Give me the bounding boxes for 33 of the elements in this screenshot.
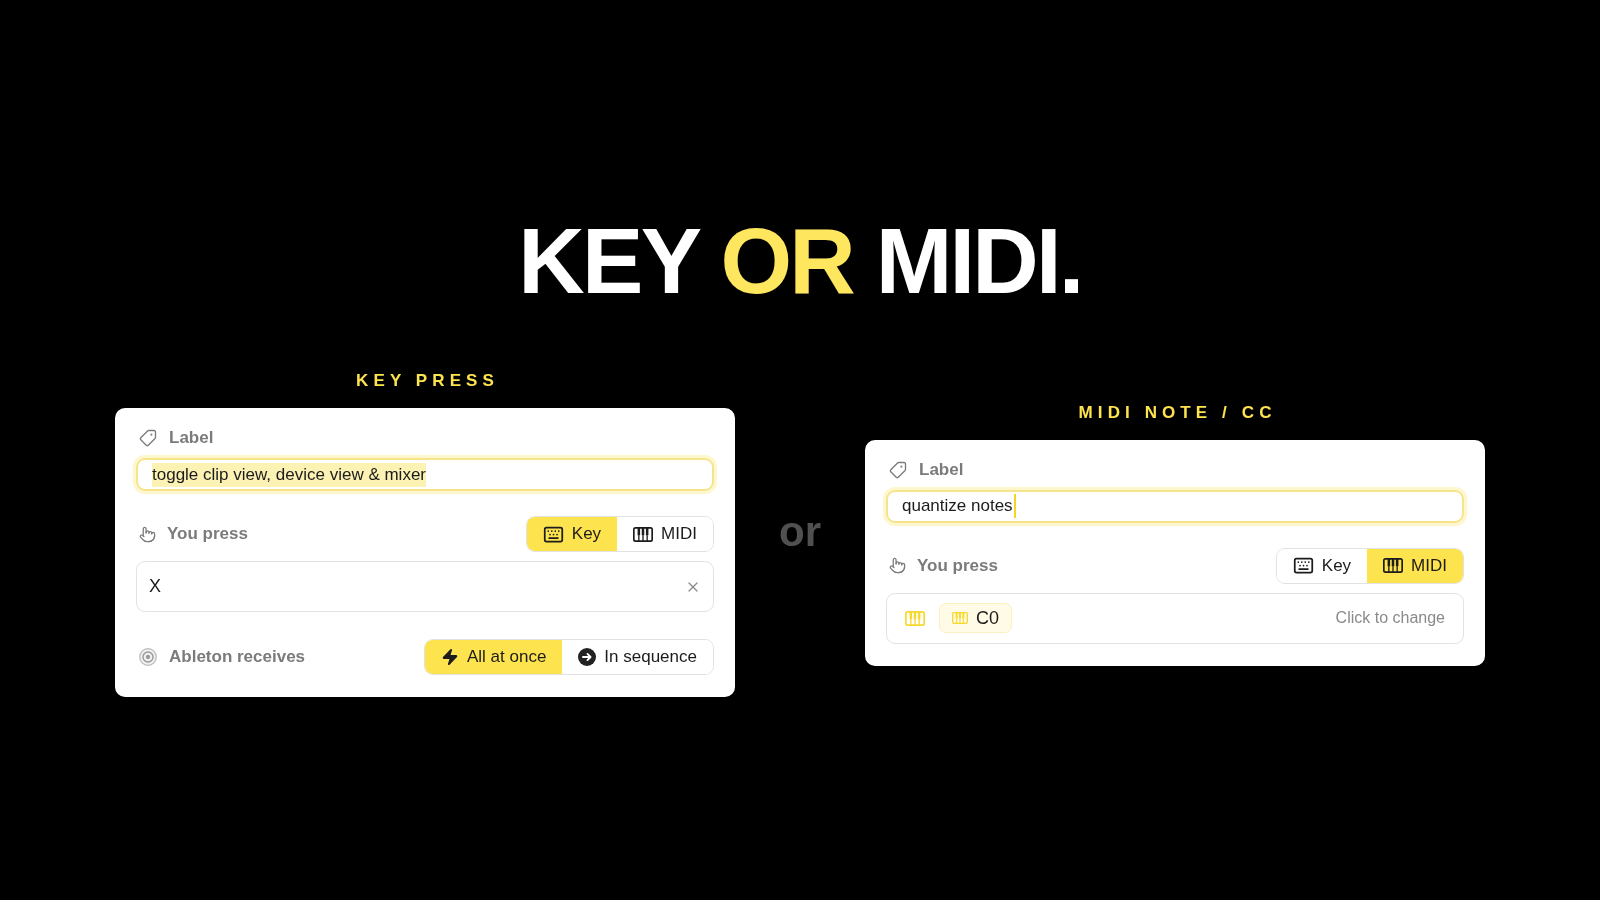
- change-hint: Click to change: [1335, 608, 1445, 628]
- label-input[interactable]: toggle clip view, device view & mixer: [136, 458, 714, 491]
- section-heading: KEY PRESS: [355, 371, 499, 391]
- target-icon: [139, 648, 157, 666]
- option-button[interactable]: All at once: [424, 640, 563, 674]
- input-value: quantize notes: [902, 494, 1016, 518]
- piano-icon: [633, 526, 654, 542]
- headline: KEY OR MIDI.: [518, 215, 1082, 307]
- field-label: You press: [167, 523, 248, 546]
- tag-icon: [889, 460, 907, 479]
- piano-icon: [952, 612, 968, 624]
- key-input-field[interactable]: X: [136, 561, 714, 612]
- hand-pointer-icon: [139, 525, 156, 543]
- mode-tab[interactable]: Key: [526, 517, 618, 551]
- arrow-circle-icon: [578, 648, 597, 666]
- field-label: You press: [917, 554, 998, 577]
- field-label: Label: [919, 458, 964, 481]
- label-input[interactable]: quantize notes: [886, 489, 1464, 523]
- piano-icon: [1383, 558, 1404, 573]
- lightning-icon: [440, 648, 459, 666]
- field-label: Label: [169, 427, 214, 450]
- note-name: C0: [976, 606, 999, 630]
- mode-tab[interactable]: MIDI: [1367, 548, 1463, 583]
- divider-text: or: [779, 511, 821, 553]
- tag-icon: [139, 429, 157, 447]
- midi-input-field[interactable]: C0 Click to change: [886, 592, 1464, 644]
- hand-pointer-icon: [889, 557, 906, 574]
- section-heading: MIDI NOTE / CC: [1077, 402, 1277, 423]
- key-value: X: [149, 575, 161, 598]
- field-label: Ableton receives: [169, 646, 306, 669]
- keyboard-icon: [1292, 555, 1314, 576]
- input-value: toggle clip view, device view & mixer: [152, 462, 426, 487]
- piano-icon: [905, 610, 925, 626]
